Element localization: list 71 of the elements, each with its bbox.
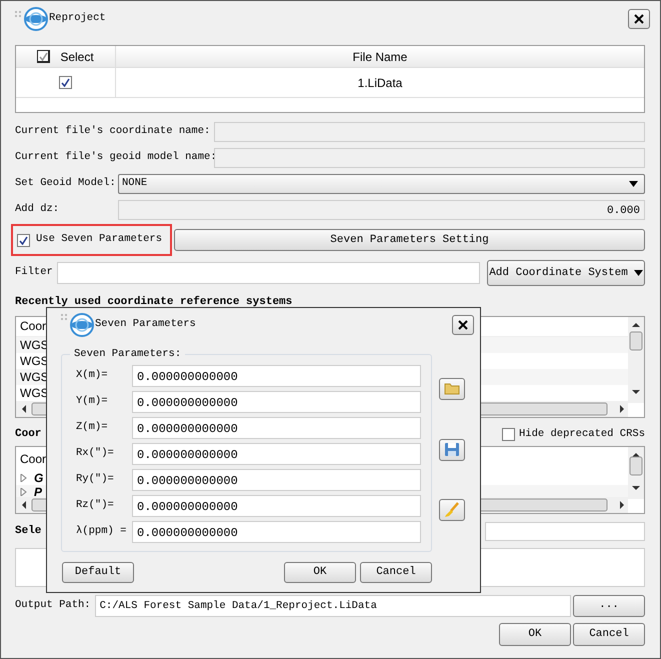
section-heading: Sele [15,524,42,540]
dialog-button[interactable]: OK [499,622,571,646]
input-field[interactable]: 0.000000000000 [132,417,421,439]
column-header: Coor [20,318,46,335]
brush-icon [444,502,460,518]
checkbox[interactable] [59,76,72,89]
checkbox-label[interactable]: Hide deprecated CRSs [518,426,645,442]
field-label: Rz(")= [76,498,115,514]
field-label: Y(m)= [76,394,109,410]
field-label: Filter [15,265,54,280]
section-heading: Coor [15,427,42,442]
checkbox[interactable] [37,50,50,63]
folder-icon [444,381,460,397]
checkbox[interactable] [502,428,515,441]
column-header: Coor [20,450,46,468]
input-field[interactable]: 0.000000000000 [132,521,421,543]
field-label: Add dz: [15,202,60,218]
dropdown-arrow-icon [629,181,638,187]
field-label: Ry(")= [76,472,115,488]
grip-icon[interactable] [61,314,69,322]
browse-button[interactable]: ... [573,594,645,616]
brush-button[interactable] [439,499,465,521]
field-label: λ(ppm) = [76,524,128,540]
input-field[interactable]: 0.000000000000 [132,443,421,465]
column-header: File Name [352,48,408,66]
window-title: Reproject [49,11,106,26]
add-crs-button[interactable]: Add Coordinate System [487,260,645,286]
field-label: Current file's geoid model name: [15,150,214,166]
settings-button[interactable]: Seven Parameters Setting [174,229,645,251]
window-title: Seven Parameters [95,317,196,332]
section-heading: Recently used coordinate reference systems [15,294,294,310]
scrollbar[interactable] [628,316,644,402]
path-field[interactable]: C:/ALS Forest Sample Data/1_Reproject.LiData [94,594,571,616]
close-icon [634,14,644,24]
field-label: X(m)= [76,368,109,384]
dropdown-arrow-icon [634,270,643,276]
field-label: Z(m)= [76,420,109,436]
checkbox-label[interactable]: Use Seven Parameters [36,232,162,248]
input-field[interactable] [214,148,645,168]
expander-icon[interactable] [20,488,28,496]
close-button[interactable] [452,315,474,335]
column-header: Select [60,48,94,66]
dropdown[interactable]: NONE [118,174,645,194]
input-field[interactable]: 0.000000000000 [132,469,421,491]
close-button[interactable] [628,9,650,29]
default-button[interactable]: Default [62,562,134,583]
input-field[interactable]: 0.000000000000 [132,495,421,517]
filter-field[interactable] [57,262,480,284]
input-field[interactable]: 0.000000000000 [132,391,421,413]
field-label: Rx(")= [76,446,115,462]
scrollbar[interactable] [628,446,644,498]
dialog-button[interactable]: OK [284,562,356,583]
input-field[interactable]: 0.000 [118,200,645,220]
checkbox[interactable] [17,234,30,246]
grip-icon[interactable] [15,11,23,19]
expander-icon[interactable] [20,474,28,482]
save-button[interactable] [439,439,465,461]
logo-icon [69,313,95,337]
close-icon [458,320,468,330]
dialog-button[interactable]: Cancel [360,562,432,583]
dialog-button[interactable]: Cancel [573,622,645,646]
save-icon [444,442,460,458]
input-field[interactable] [485,522,645,541]
field-label: Current file's coordinate name: [15,124,212,140]
field-label: Output Path: [15,598,92,613]
input-field[interactable] [214,122,645,142]
logo-icon [23,7,49,31]
folder-button[interactable] [439,378,465,400]
input-field[interactable]: 0.000000000000 [132,365,421,387]
field-label: Set Geoid Model: [15,176,117,192]
table-cell-text: 1.LiData [358,74,402,92]
